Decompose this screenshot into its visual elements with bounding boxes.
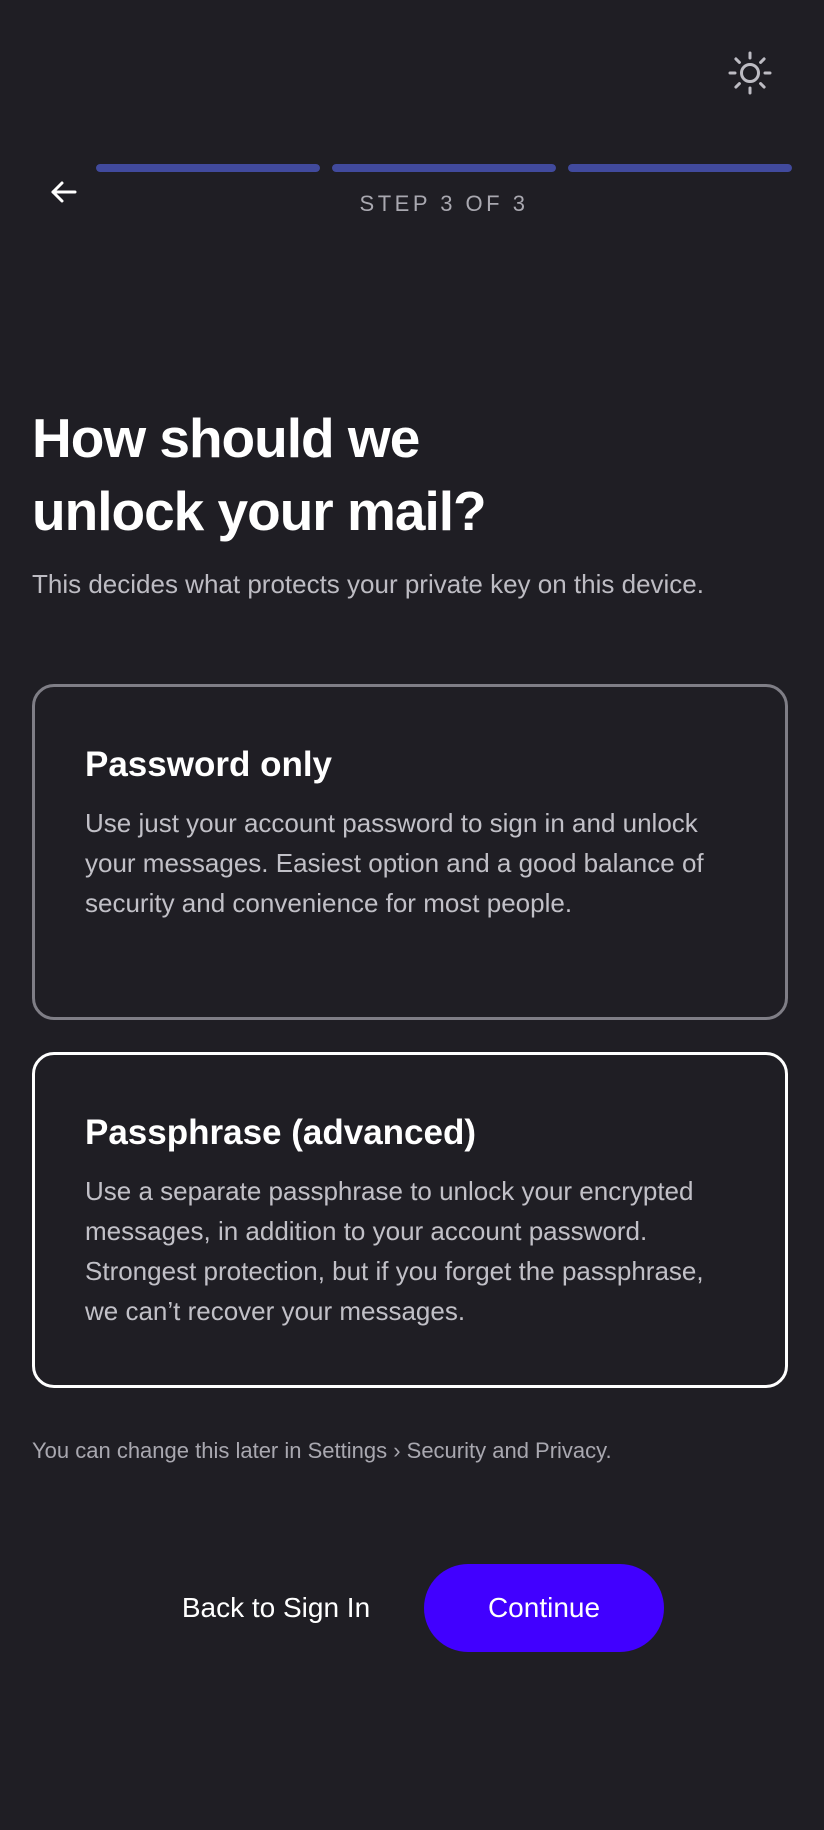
back-button[interactable] xyxy=(42,172,86,212)
page-title-line-2: unlock your mail? xyxy=(32,480,487,542)
page-title-line-1: How should we xyxy=(32,407,420,469)
theme-toggle-button[interactable] xyxy=(727,50,773,96)
progress-fill xyxy=(568,164,792,172)
option-passphrase-advanced[interactable]: Passphrase (advanced) Use a separate pas… xyxy=(32,1052,788,1388)
step-label: STEP 3 OF 3 xyxy=(359,191,529,216)
page-title: How should we unlock your mail? xyxy=(32,402,572,548)
continue-button[interactable]: Continue xyxy=(424,1564,664,1652)
progress-segment-1 xyxy=(96,164,320,172)
sun-icon xyxy=(728,51,772,95)
progress-segment-2 xyxy=(332,164,556,172)
arrow-left-icon xyxy=(51,181,77,203)
back-to-sign-in-button[interactable]: Back to Sign In xyxy=(166,1564,386,1652)
option-description: Use a separate passphrase to unlock your… xyxy=(85,1176,704,1326)
progress-fill xyxy=(96,164,320,172)
progress-fill xyxy=(332,164,556,172)
page-subtitle: This decides what protects your private … xyxy=(32,569,704,599)
option-password-only[interactable]: Password only Use just your account pass… xyxy=(32,684,788,1020)
option-title: Passphrase (advanced) xyxy=(85,1113,477,1152)
option-description: Use just your account password to sign i… xyxy=(85,808,704,918)
option-title: Password only xyxy=(85,745,333,784)
step-progress-bar xyxy=(96,164,792,172)
progress-segment-3 xyxy=(568,164,792,172)
settings-footnote: You can change this later in Settings › … xyxy=(32,1438,612,1463)
